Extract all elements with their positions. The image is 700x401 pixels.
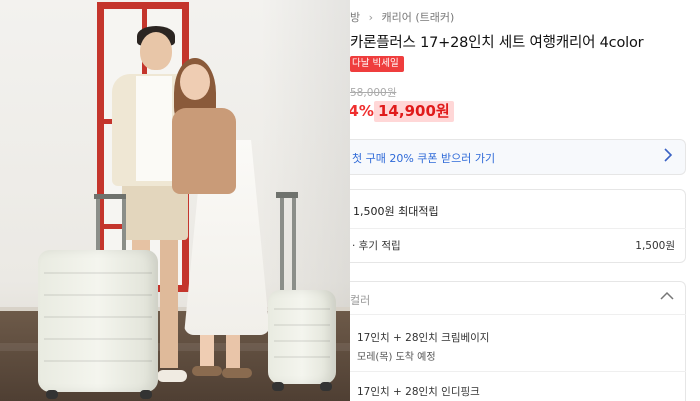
points-box: 1,500원 최대적립 · 후기 적립 1,500원 xyxy=(350,189,686,263)
options-header-label: 컬러 xyxy=(350,294,371,307)
original-price: 58,000원 xyxy=(350,87,397,99)
man-shoe xyxy=(157,370,187,382)
suitcase-wheel xyxy=(320,382,332,391)
product-info-panel: 방 › 캐리어 (트래커) 카론플러스 17+28인치 세트 여행캐리어 4co… xyxy=(350,0,700,401)
suitcase-17-inch xyxy=(268,290,336,384)
review-points-value: 1,500원 xyxy=(635,240,675,252)
suitcase-wheel xyxy=(140,390,152,399)
max-points-label: 1,500원 최대적립 xyxy=(353,205,439,218)
sale-price: 14,900원 xyxy=(374,101,454,122)
chevron-up-icon xyxy=(660,288,676,306)
man-face xyxy=(140,32,172,70)
sale-badge: 다날 빅세일 xyxy=(350,56,404,72)
woman-leg xyxy=(226,330,240,370)
suitcase-handle xyxy=(280,196,284,292)
wall-shadow xyxy=(260,0,350,330)
woman-sandal xyxy=(222,368,252,378)
product-photo xyxy=(0,0,350,401)
option-item[interactable]: 17인치 + 28인치 크림베이지 모레(목) 도착 예정 xyxy=(350,315,686,370)
suitcase-handle xyxy=(292,196,296,292)
woman-leg xyxy=(200,330,214,370)
chevron-right-icon xyxy=(663,148,677,166)
product-title: 카론플러스 17+28인치 세트 여행캐리어 4color xyxy=(350,35,644,51)
man-leg xyxy=(160,238,178,368)
woman-face xyxy=(180,64,210,100)
option-delivery: 모레(목) 도착 예정 xyxy=(357,352,436,363)
discount-rate: 74% xyxy=(350,102,374,120)
color-options-dropdown: 컬러 17인치 + 28인치 크림베이지 모레(목) 도착 예정 17인치 + … xyxy=(350,281,686,401)
breadcrumb: 방 › 캐리어 (트래커) xyxy=(350,9,454,25)
suitcase-handle xyxy=(96,196,100,252)
suitcase-wheel xyxy=(46,390,58,399)
suitcase-handle-grip xyxy=(276,192,298,198)
coupon-label: 첫 구매 20% 쿠폰 받으러 가기 xyxy=(352,152,496,165)
divider xyxy=(350,228,686,229)
coupon-banner[interactable]: 첫 구매 20% 쿠폰 받으러 가기 xyxy=(350,139,686,175)
woman-sandal xyxy=(192,366,222,376)
options-header[interactable]: 컬러 xyxy=(350,282,686,314)
review-points-label: · 후기 적립 xyxy=(352,240,401,252)
chevron-right-icon: › xyxy=(368,11,374,24)
suitcase-wheel xyxy=(272,382,284,391)
option-name: 17인치 + 28인치 크림베이지 xyxy=(357,332,490,344)
option-name: 17인치 + 28인치 인디핑크 xyxy=(357,386,480,398)
option-item[interactable]: 17인치 + 28인치 인디핑크 xyxy=(350,372,686,401)
woman-top xyxy=(172,108,236,194)
man-shirt xyxy=(136,76,172,181)
breadcrumb-item[interactable]: 방 xyxy=(350,11,360,24)
suitcase-handle-grip xyxy=(94,194,126,199)
suitcase-handle xyxy=(122,196,126,252)
breadcrumb-item[interactable]: 캐리어 (트래커) xyxy=(382,11,455,24)
suitcase-28-inch xyxy=(38,250,158,392)
